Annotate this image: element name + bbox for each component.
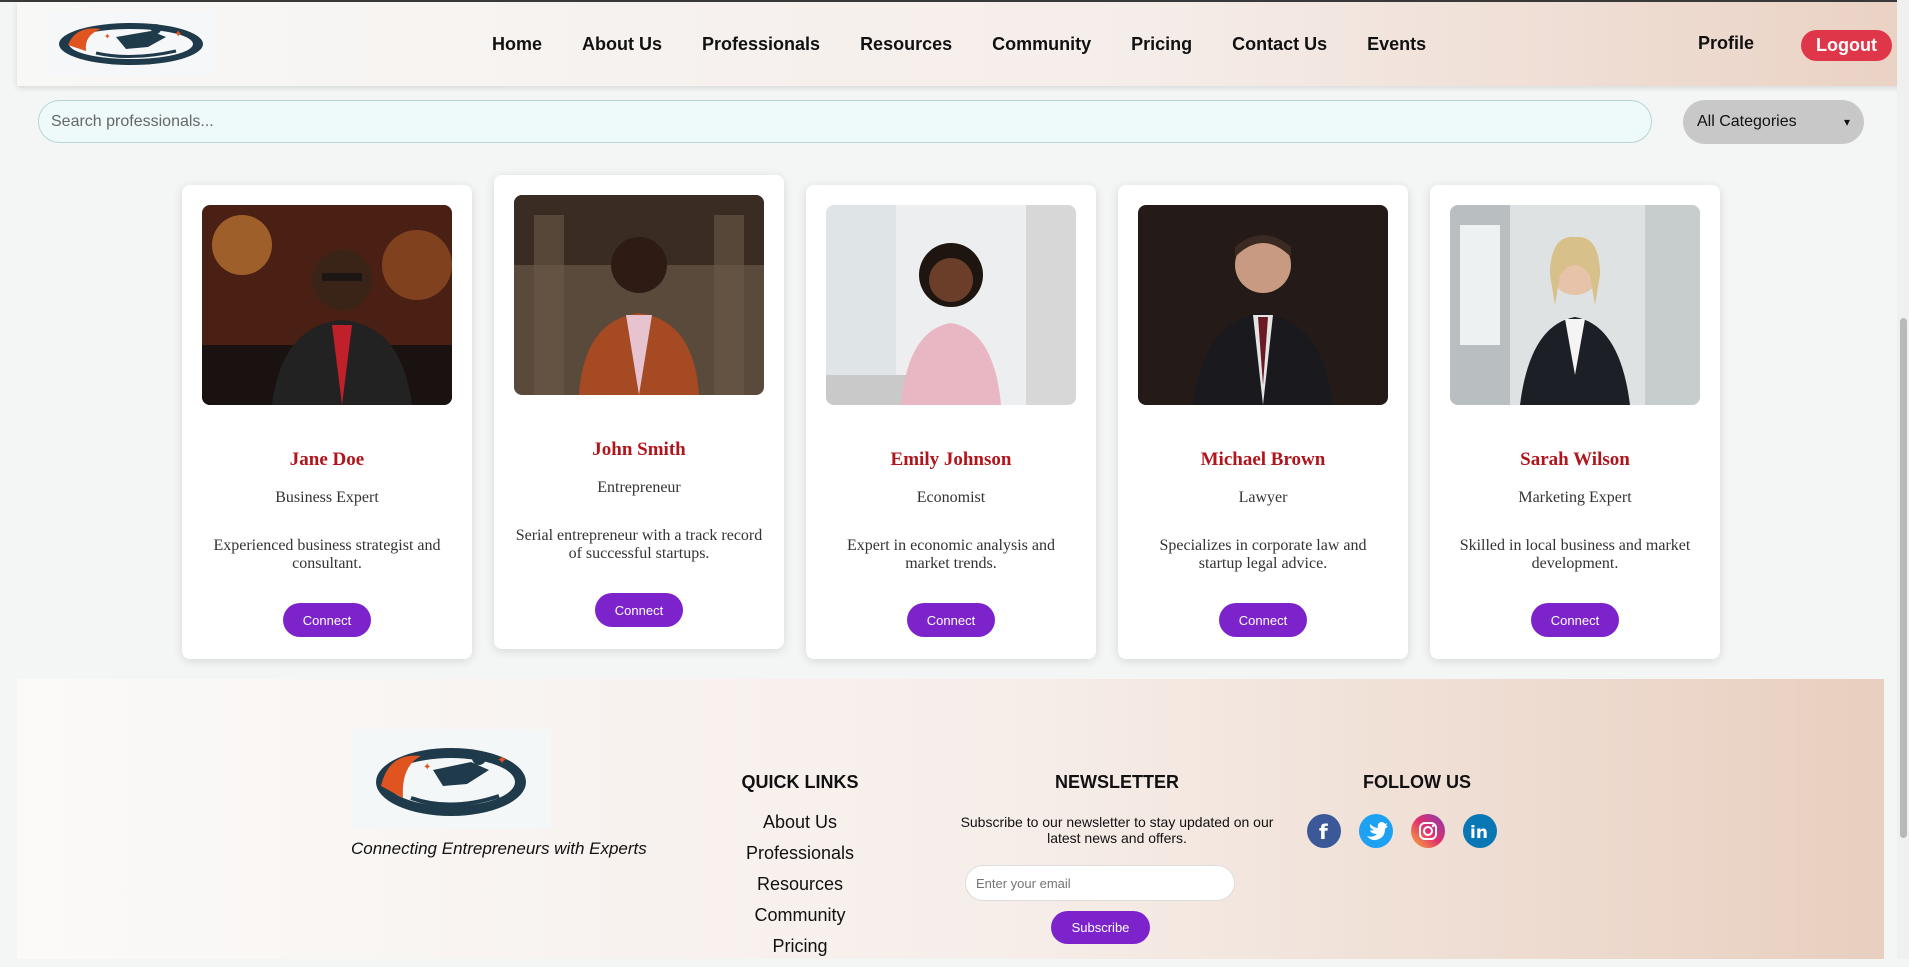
svg-text:in: in [1470, 823, 1488, 843]
footer-link-about-us[interactable]: About Us [717, 812, 883, 843]
profile-link[interactable]: Profile [1698, 33, 1754, 54]
professional-role: Economist [916, 489, 986, 506]
professional-description: Skilled in local business and market dev… [1459, 537, 1691, 572]
nav-events[interactable]: Events [1367, 34, 1426, 55]
follow-us-heading: FOLLOW US [1363, 772, 1471, 792]
logout-button[interactable]: Logout [1801, 30, 1892, 61]
nav-community[interactable]: Community [992, 34, 1091, 55]
runner-rocket-logo-icon: ✦ ✦ [376, 748, 526, 816]
site-footer: ✦ ✦ Connecting Entrepreneurs with Expert… [17, 679, 1884, 959]
professional-photo [826, 205, 1076, 405]
connect-button[interactable]: Connect [907, 603, 995, 637]
professional-description: Serial entrepreneur with a track record … [515, 527, 763, 562]
category-selected-value: All Categories [1697, 113, 1797, 130]
professional-photo [202, 205, 452, 405]
professional-card: Emily Johnson Economist Expert in econom… [806, 185, 1096, 659]
linkedin-icon[interactable]: in [1463, 814, 1497, 848]
professional-role: Entrepreneur [597, 479, 681, 496]
newsletter-text: Subscribe to our newsletter to stay upda… [960, 814, 1274, 846]
professional-name: Sarah Wilson [1520, 449, 1630, 470]
connect-button[interactable]: Connect [283, 603, 371, 637]
professional-name: Jane Doe [289, 449, 365, 470]
runner-rocket-logo-icon: ✦ ✦ [59, 23, 203, 65]
footer-logo[interactable]: ✦ ✦ [351, 729, 551, 829]
chevron-down-icon: ▾ [1843, 115, 1850, 129]
connect-button[interactable]: Connect [1531, 603, 1619, 637]
nav-about-us[interactable]: About Us [582, 34, 662, 55]
professional-description: Experienced business strategist and cons… [213, 537, 441, 572]
nav-home[interactable]: Home [492, 34, 542, 55]
instagram-icon[interactable] [1411, 814, 1445, 848]
scrollbar-thumb[interactable] [1900, 318, 1907, 838]
newsletter-heading: NEWSLETTER [1055, 772, 1179, 792]
professional-photo [514, 195, 764, 395]
svg-text:✦: ✦ [174, 29, 182, 40]
professional-role: Business Expert [275, 489, 379, 506]
professional-name: Emily Johnson [890, 449, 1012, 470]
professional-card: Michael Brown Lawyer Specializes in corp… [1118, 185, 1408, 659]
professional-photo [1138, 205, 1388, 405]
connect-button[interactable]: Connect [1219, 603, 1307, 637]
main-nav: Home About Us Professionals Resources Co… [492, 2, 1466, 86]
site-logo[interactable]: ✦ ✦ [47, 10, 215, 74]
professional-description: Expert in economic analysis and market t… [847, 537, 1055, 572]
nav-contact-us[interactable]: Contact Us [1232, 34, 1327, 55]
svg-text:f: f [1319, 820, 1328, 844]
professional-description: Specializes in corporate law and startup… [1159, 537, 1367, 572]
connect-button[interactable]: Connect [595, 593, 683, 627]
nav-pricing[interactable]: Pricing [1131, 34, 1192, 55]
professional-card: John Smith Entrepreneur Serial entrepren… [494, 175, 784, 649]
quick-links-list: About Us Professionals Resources Communi… [717, 812, 883, 967]
svg-text:✦: ✦ [104, 32, 111, 41]
facebook-icon[interactable]: f [1307, 814, 1341, 848]
professional-name: John Smith [592, 439, 686, 460]
professional-card: Sarah Wilson Marketing Expert Skilled in… [1430, 185, 1720, 659]
category-select[interactable]: All Categories ▾ [1683, 100, 1864, 144]
site-header: ✦ ✦ Home About Us Professionals Resource… [17, 2, 1902, 86]
footer-tagline: Connecting Entrepreneurs with Experts [351, 839, 647, 858]
professional-photo [1450, 205, 1700, 405]
footer-link-professionals[interactable]: Professionals [717, 843, 883, 874]
professional-role: Marketing Expert [1518, 489, 1632, 506]
footer-link-community[interactable]: Community [717, 905, 883, 936]
footer-link-resources[interactable]: Resources [717, 874, 883, 905]
professional-role: Lawyer [1238, 489, 1288, 506]
twitter-icon[interactable] [1359, 814, 1393, 848]
quick-links-heading: QUICK LINKS [741, 772, 859, 792]
newsletter-email-input[interactable] [965, 865, 1235, 901]
nav-resources[interactable]: Resources [860, 34, 952, 55]
search-input[interactable] [38, 100, 1652, 143]
professional-name: Michael Brown [1200, 449, 1326, 470]
page-scrollbar[interactable] [1897, 0, 1909, 959]
footer-link-pricing[interactable]: Pricing [717, 936, 883, 967]
nav-professionals[interactable]: Professionals [702, 34, 820, 55]
subscribe-button[interactable]: Subscribe [1051, 911, 1150, 944]
svg-text:✦: ✦ [423, 762, 431, 773]
professional-card: Jane Doe Business Expert Experienced bus… [182, 185, 472, 659]
svg-text:✦: ✦ [497, 753, 507, 767]
